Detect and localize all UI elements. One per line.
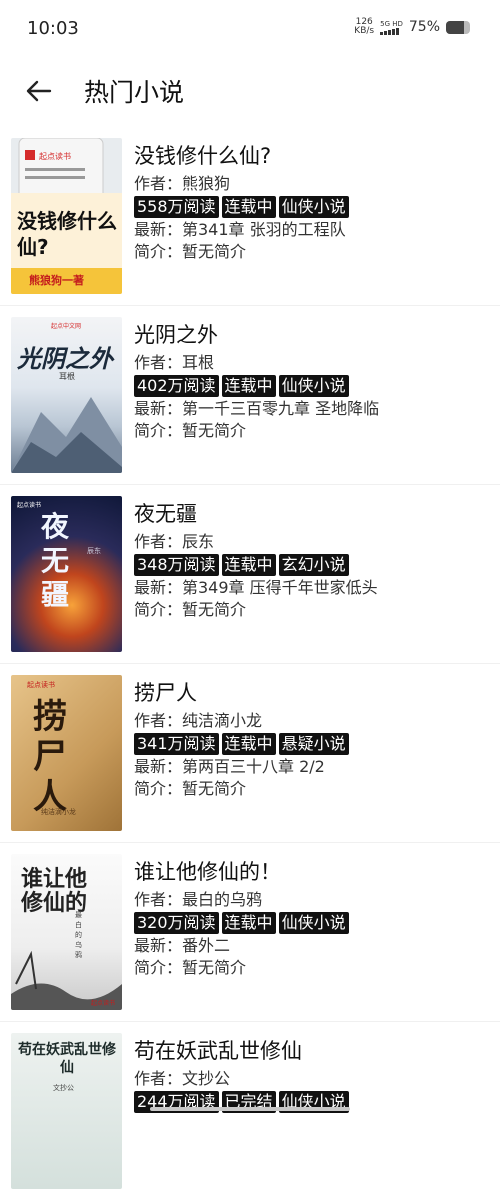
book-author: 作者：辰东 [134, 531, 490, 553]
genre-tag: 仙侠小说 [279, 375, 349, 397]
book-tags: 348万阅读 连载中 玄幻小说 [134, 554, 490, 576]
status-tag: 连载中 [222, 554, 276, 576]
book-author: 作者：熊狼狗 [134, 173, 490, 195]
status-icons: 126 KB/s 5G HD 75% [354, 18, 470, 36]
book-item[interactable]: 起点读书 没钱修什么仙? 熊狼狗一著 没钱修什么仙? 作者：熊狼狗 558万阅读… [0, 127, 500, 305]
book-item[interactable]: 起点读书 夜无疆 辰东 夜无疆 作者：辰东 348万阅读 连载中 玄幻小说 最新… [0, 485, 500, 663]
reads-tag: 348万阅读 [134, 554, 219, 576]
book-cover: 苟在妖武乱世修仙 文抄公 [11, 1033, 122, 1189]
genre-tag: 仙侠小说 [279, 912, 349, 934]
book-author: 作者：最白的乌鸦 [134, 889, 490, 911]
book-latest: 最新：第两百三十八章 2/2 [134, 756, 490, 778]
book-item[interactable]: 起点中文网 光阴之外 耳根 光阴之外 作者：耳根 402万阅读 连载中 仙侠小说… [0, 306, 500, 484]
book-author: 作者：文抄公 [134, 1068, 490, 1090]
page-title: 热门小说 [84, 73, 184, 109]
book-info: 没钱修什么仙? 作者：熊狼狗 558万阅读 连载中 仙侠小说 最新：第341章 … [134, 141, 490, 263]
genre-tag: 仙侠小说 [279, 196, 349, 218]
book-cover: 起点读书 捞尸人 纯洁滴小龙 [11, 675, 122, 831]
book-info: 光阴之外 作者：耳根 402万阅读 连载中 仙侠小说 最新：第一千三百零九章 圣… [134, 320, 490, 442]
book-info: 谁让他修仙的！ 作者：最白的乌鸦 320万阅读 连载中 仙侠小说 最新：番外二 … [134, 857, 490, 979]
book-author: 作者：耳根 [134, 352, 490, 374]
book-tags: 320万阅读 连载中 仙侠小说 [134, 912, 490, 934]
reads-tag: 558万阅读 [134, 196, 219, 218]
page-header: 热门小说 [0, 58, 500, 122]
battery-percent: 75% [409, 19, 440, 35]
book-tags: 402万阅读 连载中 仙侠小说 [134, 375, 490, 397]
book-intro: 简介：暂无简介 [134, 957, 490, 979]
book-intro: 简介：暂无简介 [134, 241, 490, 263]
reads-tag: 402万阅读 [134, 375, 219, 397]
reads-tag: 341万阅读 [134, 733, 219, 755]
book-item[interactable]: 起点读书 捞尸人 纯洁滴小龙 捞尸人 作者：纯洁滴小龙 341万阅读 连载中 悬… [0, 664, 500, 842]
battery-icon [446, 21, 470, 34]
book-item[interactable]: 苟在妖武乱世修仙 文抄公 苟在妖武乱世修仙 作者：文抄公 244万阅读 已完结 … [0, 1022, 500, 1112]
book-title: 夜无疆 [134, 499, 490, 531]
book-tags: 341万阅读 连载中 悬疑小说 [134, 733, 490, 755]
back-arrow-icon[interactable] [24, 76, 54, 106]
home-indicator[interactable] [150, 1107, 350, 1111]
book-title: 捞尸人 [134, 678, 490, 710]
signal-icon: 5G HD [380, 20, 403, 35]
status-tag: 连载中 [222, 196, 276, 218]
book-intro: 简介：暂无简介 [134, 420, 490, 442]
status-time: 10:03 [27, 18, 79, 39]
reads-tag: 320万阅读 [134, 912, 219, 934]
status-bar: 10:03 126 KB/s 5G HD 75% [0, 0, 500, 58]
book-latest: 最新：第349章 压得千年世家低头 [134, 577, 490, 599]
status-tag: 连载中 [222, 375, 276, 397]
book-latest: 最新：第341章 张羽的工程队 [134, 219, 490, 241]
network-speed: 126 KB/s [354, 18, 374, 36]
book-title: 谁让他修仙的！ [134, 857, 490, 889]
status-tag: 连载中 [222, 733, 276, 755]
book-list: 起点读书 没钱修什么仙? 熊狼狗一著 没钱修什么仙? 作者：熊狼狗 558万阅读… [0, 127, 500, 1112]
book-tags: 558万阅读 连载中 仙侠小说 [134, 196, 490, 218]
book-intro: 简介：暂无简介 [134, 778, 490, 800]
book-latest: 最新：番外二 [134, 935, 490, 957]
book-title: 苟在妖武乱世修仙 [134, 1036, 490, 1068]
book-title: 没钱修什么仙? [134, 141, 490, 173]
book-intro: 简介：暂无简介 [134, 599, 490, 621]
book-info: 夜无疆 作者：辰东 348万阅读 连载中 玄幻小说 最新：第349章 压得千年世… [134, 499, 490, 621]
book-cover: 起点读书 夜无疆 辰东 [11, 496, 122, 652]
book-latest: 最新：第一千三百零九章 圣地降临 [134, 398, 490, 420]
book-author: 作者：纯洁滴小龙 [134, 710, 490, 732]
status-tag: 连载中 [222, 912, 276, 934]
book-info: 苟在妖武乱世修仙 作者：文抄公 244万阅读 已完结 仙侠小说 [134, 1036, 490, 1114]
book-info: 捞尸人 作者：纯洁滴小龙 341万阅读 连载中 悬疑小说 最新：第两百三十八章 … [134, 678, 490, 800]
book-item[interactable]: 谁让他修仙的 最白的乌鸦 起点读书 谁让他修仙的！ 作者：最白的乌鸦 320万阅… [0, 843, 500, 1021]
book-title: 光阴之外 [134, 320, 490, 352]
genre-tag: 玄幻小说 [279, 554, 349, 576]
book-cover: 谁让他修仙的 最白的乌鸦 起点读书 [11, 854, 122, 1010]
book-cover: 起点中文网 光阴之外 耳根 [11, 317, 122, 473]
book-cover: 起点读书 没钱修什么仙? 熊狼狗一著 [11, 138, 122, 294]
genre-tag: 悬疑小说 [279, 733, 349, 755]
